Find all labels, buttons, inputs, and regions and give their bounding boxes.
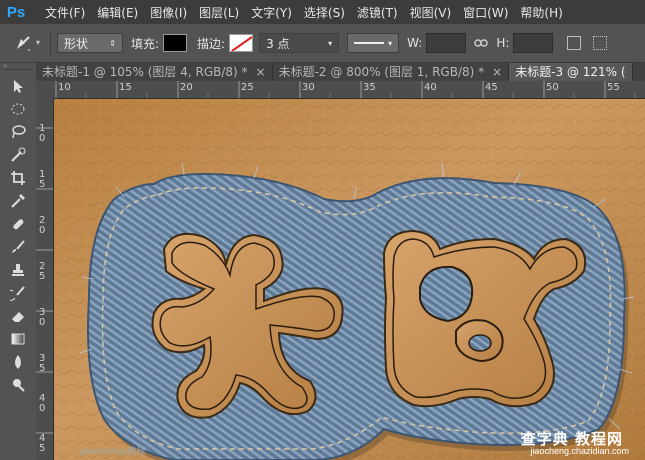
height-label: H: xyxy=(496,36,510,50)
tab-document-2[interactable]: 未标题-2 @ 800% (图层 1, RGB/8) * × xyxy=(273,63,510,81)
eraser-tool-icon[interactable] xyxy=(5,304,31,327)
document-canvas[interactable] xyxy=(54,99,645,460)
ruler-label: 3 0 xyxy=(39,307,46,328)
preset-arrow-icon[interactable]: ▾ xyxy=(36,38,44,48)
ruler-label: 35 xyxy=(363,82,376,93)
history-brush-tool-icon[interactable] xyxy=(5,281,31,304)
tab-label: 未标题-2 @ 800% (图层 1, RGB/8) * xyxy=(278,65,485,79)
ruler-label: 15 xyxy=(119,82,132,93)
photoshop-logo: Ps xyxy=(6,3,26,21)
menu-file[interactable]: 文件(F) xyxy=(39,4,91,21)
ruler-label: 2 5 xyxy=(39,261,46,282)
watermark: 查字典 教程网 jiaocheng.chazidian.com xyxy=(497,428,637,458)
quick-selection-tool-icon[interactable] xyxy=(5,143,31,166)
ruler-label: 50 xyxy=(546,82,559,93)
menu-help[interactable]: 帮助(H) xyxy=(514,4,568,21)
lasso-tool-icon[interactable] xyxy=(5,120,31,143)
path-alignment-icon[interactable] xyxy=(593,36,608,50)
fill-color-swatch[interactable] xyxy=(163,34,188,52)
stroke-type-select[interactable]: ▾ xyxy=(347,33,400,53)
menu-window[interactable]: 窗口(W) xyxy=(457,4,514,21)
solid-line-icon xyxy=(354,42,385,44)
width-input[interactable] xyxy=(426,33,467,53)
stroke-width-value: 3 点 xyxy=(266,36,290,51)
ruler-label: 1 0 xyxy=(39,123,46,144)
toolbox: » xyxy=(0,63,37,460)
menu-type[interactable]: 文字(Y) xyxy=(245,4,298,21)
blur-tool-icon[interactable] xyxy=(5,350,31,373)
fill-label: 填充: xyxy=(131,36,160,51)
options-bar: ▾ 形状 ⇕ 填充: 描边: 3 点 ▾ ▾ W: H: xyxy=(0,24,645,63)
move-tool-icon[interactable] xyxy=(5,74,31,97)
tool-mode-value: 形状 xyxy=(64,36,89,51)
menu-filter[interactable]: 滤镜(T) xyxy=(351,4,404,21)
menu-view[interactable]: 视图(V) xyxy=(404,4,458,21)
ruler-label: 40 xyxy=(424,82,437,93)
ruler-label: 3 5 xyxy=(39,353,46,374)
marquee-tool-icon[interactable] xyxy=(5,97,31,120)
ruler-label: 20 xyxy=(180,82,193,93)
close-icon[interactable]: × xyxy=(492,65,502,79)
link-icon[interactable] xyxy=(472,34,490,52)
document-tabs: 未标题-1 @ 105% (图层 4, RGB/8) * × 未标题-2 @ 80… xyxy=(36,63,645,81)
tab-label: 未标题-1 @ 105% (图层 4, RGB/8) * xyxy=(42,65,248,79)
leather-denim-artwork xyxy=(54,99,645,460)
ruler-label: 25 xyxy=(241,82,254,93)
menu-image[interactable]: 图像(I) xyxy=(144,4,193,21)
watermark-left: photoshop教程 xyxy=(80,447,146,457)
path-operations-icon[interactable] xyxy=(567,36,582,50)
ruler-label: 10 xyxy=(58,82,71,93)
brush-tool-icon[interactable] xyxy=(5,235,31,258)
dropdown-arrow-icon: ▾ xyxy=(388,38,393,48)
menu-layer[interactable]: 图层(L) xyxy=(193,4,245,21)
stroke-color-swatch[interactable] xyxy=(229,34,254,52)
gradient-tool-icon[interactable] xyxy=(5,327,31,350)
healing-brush-tool-icon[interactable] xyxy=(5,212,31,235)
stroke-label: 描边: xyxy=(197,36,226,51)
height-input[interactable] xyxy=(513,33,554,53)
crop-tool-icon[interactable] xyxy=(5,166,31,189)
dropdown-arrow-icon: ▾ xyxy=(328,38,333,48)
ruler-label: 2 0 xyxy=(39,215,46,236)
tool-mode-select[interactable]: 形状 ⇕ xyxy=(57,33,123,53)
ruler-label: 4 5 xyxy=(39,433,46,454)
updown-icon: ⇕ xyxy=(109,38,116,48)
toolbox-collapse-icon[interactable]: » xyxy=(3,63,33,70)
ruler-label: 1 5 xyxy=(39,169,46,190)
tab-label: 未标题-3 @ 121% ( xyxy=(515,65,626,79)
horizontal-ruler[interactable]: 10 15 20 25 30 35 40 45 50 55 xyxy=(36,81,645,99)
tab-document-3[interactable]: 未标题-3 @ 121% ( xyxy=(509,63,633,81)
tab-document-1[interactable]: 未标题-1 @ 105% (图层 4, RGB/8) * × xyxy=(36,63,273,81)
watermark-url: jiaocheng.chazidian.com xyxy=(530,446,629,456)
menu-edit[interactable]: 编辑(E) xyxy=(91,4,144,21)
menu-select[interactable]: 选择(S) xyxy=(298,4,351,21)
clone-stamp-tool-icon[interactable] xyxy=(5,258,31,281)
divider xyxy=(50,30,51,56)
close-icon[interactable]: × xyxy=(256,65,266,79)
ruler-label: 30 xyxy=(302,82,315,93)
width-label: W: xyxy=(407,36,423,50)
eyedropper-tool-icon[interactable] xyxy=(5,189,31,212)
ruler-label: 55 xyxy=(607,82,620,93)
stroke-width-field[interactable]: 3 点 ▾ xyxy=(259,33,340,53)
vertical-ruler[interactable]: 1 0 1 5 2 0 2 5 3 0 3 5 4 0 4 5 xyxy=(36,98,54,460)
no-stroke-icon xyxy=(231,36,253,51)
dodge-tool-icon[interactable] xyxy=(5,373,31,396)
pen-tool-preset-icon[interactable] xyxy=(10,30,36,56)
ruler-label: 45 xyxy=(485,82,498,93)
ruler-label: 4 0 xyxy=(39,393,46,414)
menu-bar: Ps 文件(F) 编辑(E) 图像(I) 图层(L) 文字(Y) 选择(S) 滤… xyxy=(0,0,645,24)
